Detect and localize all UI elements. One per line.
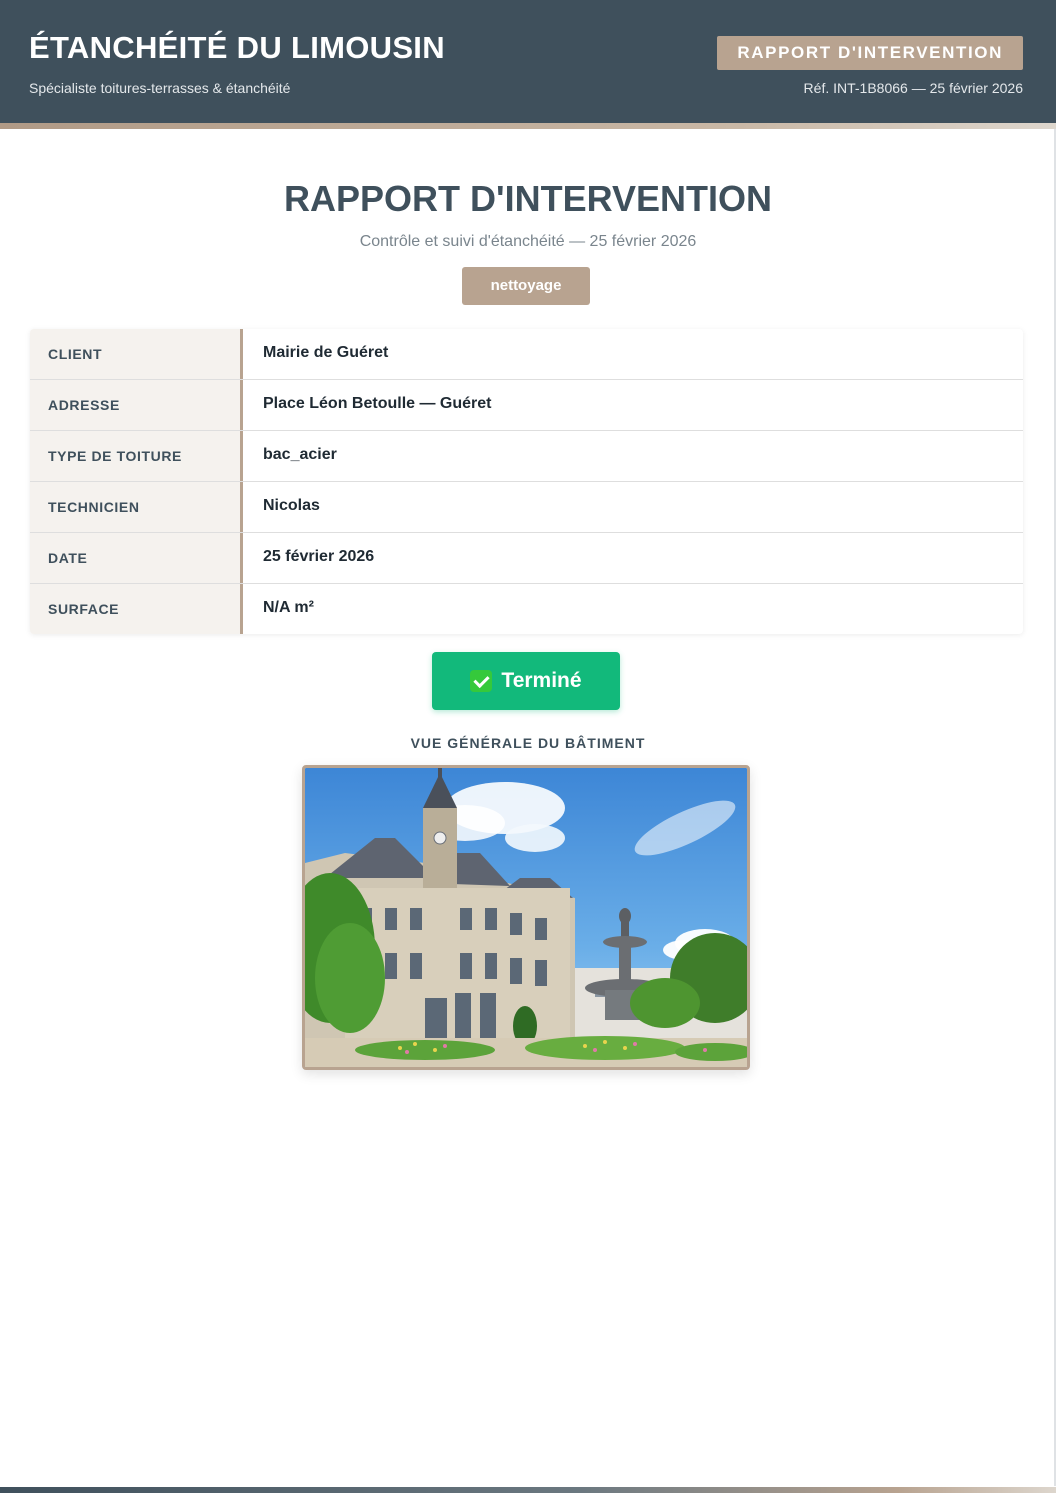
status-label: Terminé [501,669,582,692]
header-accent-stripe [0,123,1056,129]
report-badge: RAPPORT D'INTERVENTION [717,36,1023,70]
intervention-type-tag: nettoyage [462,267,590,305]
info-label: CLIENT [30,329,243,379]
footer-accent-stripe [0,1487,1056,1493]
check-mark-icon [470,670,493,692]
info-row-surface: SURFACE N/A m² [30,584,1023,634]
intervention-info-table: CLIENT Mairie de Guéret ADRESSE Place Lé… [30,329,1023,634]
info-value: Place Léon Betoulle — Guéret [263,395,492,412]
info-row-technician: TECHNICIEN Nicolas [30,482,1023,533]
info-label: DATE [30,533,243,583]
report-reference: Réf. INT-1B8066 — 25 février 2026 [803,80,1023,96]
info-value: Mairie de Guéret [263,344,389,361]
photo-caption: VUE GÉNÉRALE DU BÂTIMENT [410,735,646,751]
info-label: TYPE DE TOITURE [30,431,243,481]
building-photo [302,765,750,1070]
info-row-address: ADRESSE Place Léon Betoulle — Guéret [30,380,1023,431]
page-subtitle: Contrôle et suivi d'étanchéité — 25 févr… [359,233,697,250]
info-label: TECHNICIEN [30,482,243,532]
info-value: Nicolas [263,497,320,514]
report-header: ÉTANCHÉITÉ DU LIMOUSIN Spécialiste toitu… [0,0,1056,123]
info-row-date: DATE 25 février 2026 [30,533,1023,584]
building-photo-illustration [305,768,747,1067]
info-row-client: CLIENT Mairie de Guéret [30,329,1023,380]
status-badge: Terminé [432,652,620,710]
info-value: N/A m² [263,599,314,616]
info-label: ADRESSE [30,380,243,430]
info-value: 25 février 2026 [263,548,375,565]
info-row-roof-type: TYPE DE TOITURE bac_acier [30,431,1023,482]
page-title: RAPPORT D'INTERVENTION [284,178,772,219]
info-label: SURFACE [30,584,243,634]
info-value: bac_acier [263,446,337,463]
company-tagline: Spécialiste toitures-terrasses & étanché… [29,80,291,96]
company-name: ÉTANCHÉITÉ DU LIMOUSIN [29,30,445,65]
